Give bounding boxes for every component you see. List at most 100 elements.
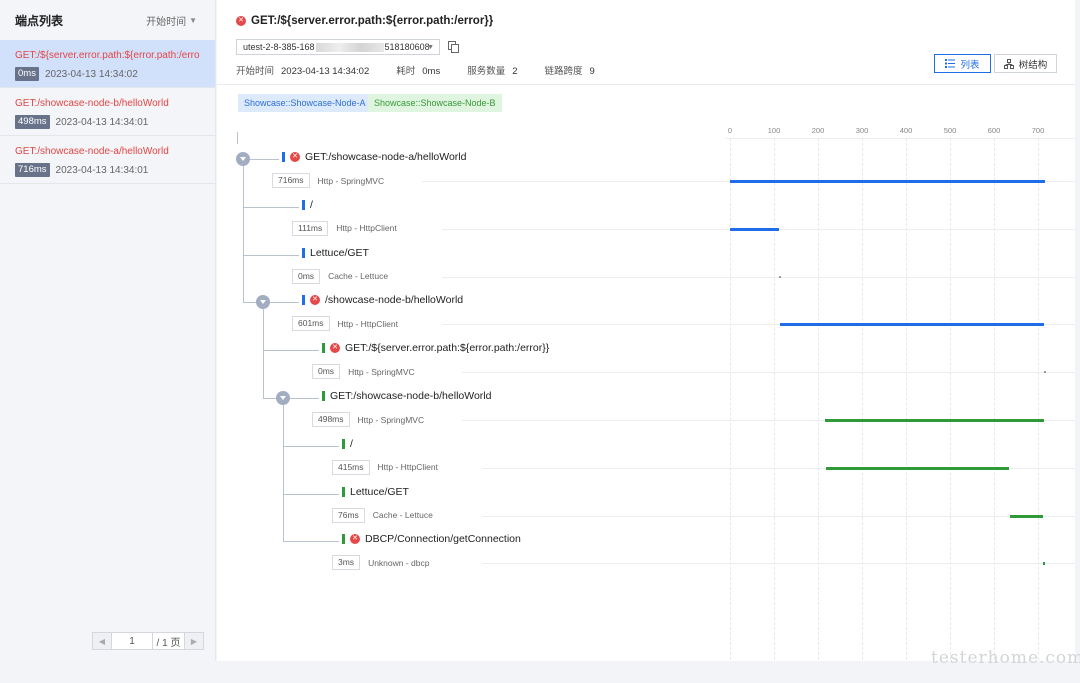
sidebar-header: 端点列表 开始时间 ▼ [0, 0, 215, 40]
error-icon: ✕ [236, 16, 246, 26]
span-type: Http - SpringMVC [357, 414, 425, 425]
service-color-marker [302, 247, 305, 258]
row-divider [482, 563, 1075, 565]
start-label: 开始时间 [236, 66, 275, 77]
trace-title-text: GET:/${server.error.path:${error.path:/e… [251, 15, 494, 27]
span-timeline-bar[interactable] [779, 323, 1045, 327]
trace-id-prefix: utest-2-8-385-168 [243, 42, 315, 52]
grid-line [994, 138, 995, 660]
next-page-button[interactable]: ▶ [185, 633, 203, 649]
span-row[interactable]: / [342, 438, 353, 450]
span-timeline-bar[interactable] [730, 227, 779, 231]
span-name: DBCP/Connection/getConnection [365, 533, 521, 546]
span-duration-badge: 0ms [292, 268, 321, 284]
tree-icon [1003, 58, 1014, 69]
prev-page-button[interactable]: ◀ [93, 633, 111, 649]
span-timeline-bar[interactable] [825, 419, 1045, 422]
tree-connector [263, 309, 264, 398]
span-timeline-bar[interactable] [1009, 514, 1044, 518]
span-type: Http - SpringMVC [348, 366, 415, 377]
span-timeline-bar[interactable] [778, 275, 781, 278]
endpoint-item[interactable]: GET:/showcase-node-b/helloWorld 498ms 20… [0, 88, 215, 136]
collapse-toggle-icon[interactable] [236, 152, 250, 166]
axis-tick-label: 400 [899, 126, 913, 135]
error-icon: ✕ [310, 295, 320, 306]
tree-view-label: 树结构 [1018, 59, 1048, 71]
span-name: / [350, 437, 353, 450]
trace-meta: 开始时间 2023-04-13 14:34:02 耗时 0ms 服务数量 2 链路跨度… [236, 63, 622, 77]
tree-connector [290, 398, 319, 399]
tree-connector [283, 405, 284, 542]
caret-down-icon: ▼ [189, 15, 197, 25]
grid-line [774, 138, 775, 660]
axis-tick-label: 0 [727, 126, 733, 135]
duration-badge: 0ms [15, 67, 39, 81]
endpoint-time: 2023-04-13 14:34:02 [44, 68, 138, 80]
span-duration-badge: 498ms [312, 412, 350, 427]
trace-id-select[interactable]: utest-2-8-385-168 518180608 ▼ [236, 39, 440, 55]
span-meta: 601ms Http - HttpClient [292, 316, 398, 332]
page-total: / 1 页 [153, 633, 185, 649]
span-type: Cache - Lettuce [328, 271, 389, 282]
span-duration-badge: 601ms [292, 316, 330, 332]
span-timeline-bar[interactable] [1044, 371, 1047, 374]
page-input[interactable]: 1 [111, 633, 153, 649]
endpoint-item[interactable]: GET:/${server.error.path:${error.path:/e… [0, 40, 215, 88]
endpoint-name: GET:/showcase-node-b/helloWorld [15, 98, 169, 109]
span-row[interactable]: Lettuce/GET [342, 486, 409, 498]
span-timeline-bar[interactable] [730, 180, 1046, 183]
span-row[interactable]: ✕ DBCP/Connection/getConnection [342, 533, 521, 545]
span-meta: 76ms Cache - Lettuce [332, 507, 433, 523]
services-value: 2 [512, 66, 518, 77]
grid-line [818, 138, 819, 660]
tree-view-button[interactable]: 树结构 [994, 54, 1057, 73]
span-name: GET:/showcase-node-b/helloWorld [330, 390, 492, 402]
grid-line [950, 138, 951, 660]
row-divider [442, 276, 1075, 278]
trace-detail-panel: ✕ GET:/${server.error.path:${error.path:… [217, 0, 1075, 661]
tree-connector [243, 166, 244, 303]
pagination: ◀ 1 / 1 页 ▶ [92, 632, 204, 650]
span-row[interactable]: GET:/showcase-node-b/helloWorld [322, 390, 491, 402]
endpoint-item[interactable]: GET:/showcase-node-a/helloWorld 716ms 20… [0, 136, 215, 184]
tree-connector [243, 206, 299, 208]
endpoint-time: 2023-04-13 14:34:01 [55, 164, 149, 176]
span-name: GET:/showcase-node-a/helloWorld [305, 151, 467, 163]
span-meta: 415ms Http - HttpClient [332, 459, 438, 475]
sort-dropdown[interactable]: 开始时间 ▼ [146, 13, 197, 28]
service-color-marker [322, 391, 325, 401]
view-switch: 列表 树结构 [934, 54, 1057, 73]
span-type: Http - HttpClient [337, 318, 398, 329]
collapse-toggle-icon[interactable] [256, 295, 270, 310]
copy-icon[interactable] [448, 41, 459, 53]
grid-line [906, 138, 907, 660]
service-color-marker [282, 152, 285, 162]
span-timeline-bar[interactable] [1042, 562, 1045, 566]
service-tag-node-b: Showcase::Showcase-Node-B [368, 94, 502, 112]
span-row[interactable]: ✕ GET:/showcase-node-a/helloWorld [282, 151, 466, 163]
endpoint-name: GET:/showcase-node-a/helloWorld [15, 146, 169, 157]
axis-tick-label: 300 [855, 126, 869, 135]
span-duration-badge: 0ms [312, 364, 341, 380]
span-type: Http - SpringMVC [317, 175, 385, 186]
row-divider [482, 515, 1075, 517]
axis-rule [725, 138, 1075, 139]
span-duration-badge: 76ms [332, 507, 365, 523]
trace-id-suffix: 518180608 [384, 42, 430, 52]
span-duration-badge: 111ms [292, 220, 329, 236]
collapse-toggle-icon[interactable] [276, 391, 290, 405]
grid-line [862, 138, 863, 660]
span-meta: 3ms Unknown - dbcp [332, 555, 429, 571]
span-row[interactable]: ✕ GET:/${server.error.path:${error.path:/… [322, 342, 549, 354]
span-row[interactable]: ✕ /showcase-node-b/helloWorld [302, 294, 463, 306]
span-row[interactable]: / [302, 199, 313, 211]
service-tag-node-a: Showcase::Showcase-Node-A [238, 94, 372, 112]
span-name: / [310, 198, 313, 211]
caret-down-icon: ▼ [427, 43, 434, 51]
list-view-button[interactable]: 列表 [934, 54, 991, 73]
span-timeline-bar[interactable] [825, 466, 1009, 470]
span-name: Lettuce/GET [350, 485, 409, 498]
axis-tick-label: 600 [987, 126, 1001, 135]
span-row[interactable]: Lettuce/GET [302, 247, 369, 259]
span-meta: 716ms Http - SpringMVC [272, 173, 384, 188]
